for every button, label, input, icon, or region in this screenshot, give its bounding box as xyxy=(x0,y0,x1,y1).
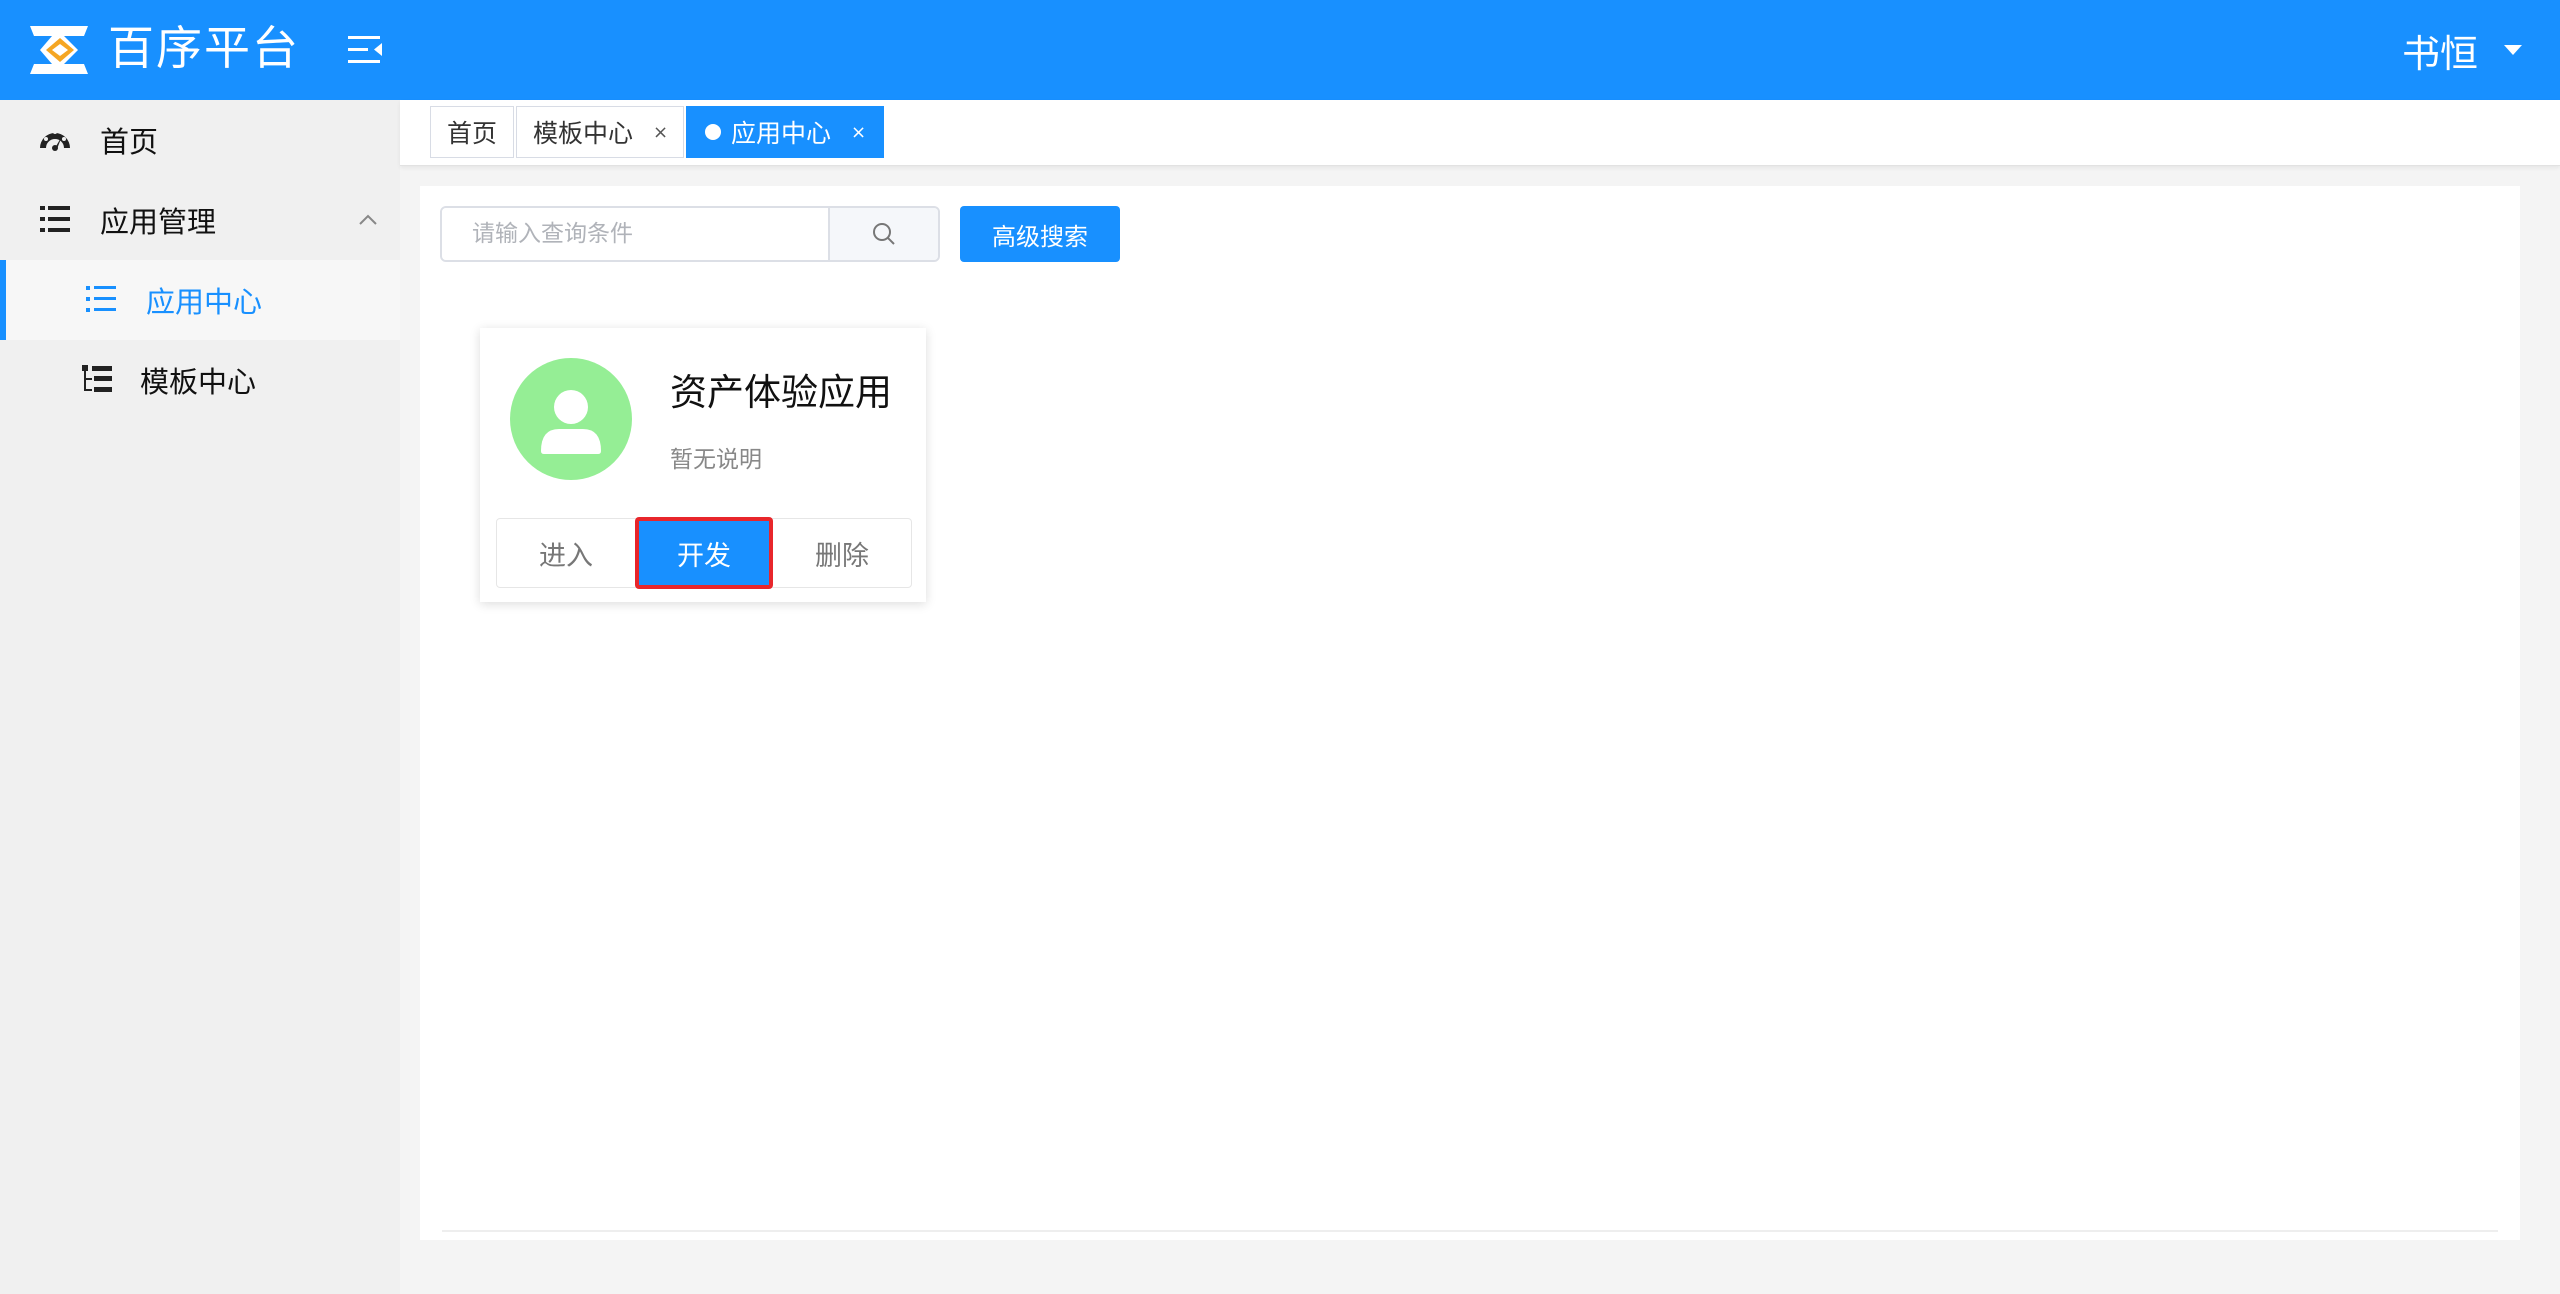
search-box xyxy=(440,206,940,262)
advanced-search-button[interactable]: 高级搜索 xyxy=(960,206,1120,262)
tree-table-icon xyxy=(82,365,112,392)
list-icon xyxy=(40,206,70,232)
baixu-logo-icon xyxy=(30,26,88,74)
sidebar-item-app-center[interactable]: 应用中心 xyxy=(0,260,400,340)
tab-label: 首页 xyxy=(446,119,497,148)
search-icon xyxy=(873,223,895,245)
divider xyxy=(442,1230,2498,1232)
user-menu[interactable]: 书恒 xyxy=(2402,24,2522,76)
list-icon xyxy=(86,286,116,312)
app-title: 百序平台 xyxy=(108,21,300,75)
user-avatar-icon xyxy=(541,390,601,454)
app-name: 资产体验应用 xyxy=(670,371,892,414)
chevron-up-icon xyxy=(359,214,377,225)
sidebar-item-label: 首页 xyxy=(100,125,159,159)
app-card: 资产体验应用 暂无说明 进入 开发 删除 xyxy=(480,328,926,602)
sidebar-item-app-management[interactable]: 应用管理 xyxy=(0,180,400,260)
sidebar-item-label: 应用管理 xyxy=(100,205,217,239)
tab-app-center[interactable]: 应用中心 × xyxy=(686,106,884,158)
tab-label: 应用中心 xyxy=(731,119,832,148)
active-dot-icon xyxy=(705,124,721,140)
tabs-bar: 首页 模板中心 × 应用中心 × xyxy=(400,100,2560,166)
sidebar-item-home[interactable]: 首页 xyxy=(0,100,400,180)
delete-button[interactable]: 删除 xyxy=(773,519,911,587)
tab-template-center[interactable]: 模板中心 × xyxy=(516,106,684,158)
main-panel: 高级搜索 资产体验应用 暂无说明 进入 开发 删除 xyxy=(420,186,2520,1240)
sidebar-item-label: 模板中心 xyxy=(140,365,257,399)
dashboard-icon xyxy=(40,130,70,151)
search-input[interactable] xyxy=(442,208,828,260)
menu-fold-icon[interactable] xyxy=(346,32,386,68)
develop-button[interactable]: 开发 xyxy=(635,517,773,589)
tab-home[interactable]: 首页 xyxy=(430,106,514,158)
caret-down-icon xyxy=(2504,45,2522,55)
close-icon[interactable]: × xyxy=(851,122,866,143)
tab-label: 模板中心 xyxy=(533,119,634,148)
enter-button[interactable]: 进入 xyxy=(497,519,635,587)
app-card-actions: 进入 开发 删除 xyxy=(496,517,912,589)
sidebar-item-label: 应用中心 xyxy=(146,285,263,319)
close-icon[interactable]: × xyxy=(653,122,668,143)
top-header: 百序平台 书恒 xyxy=(0,0,2560,100)
app-avatar xyxy=(510,358,632,480)
app-description: 暂无说明 xyxy=(670,447,762,473)
sidebar: 首页 应用管理 应用中心 模板中心 xyxy=(0,100,400,1294)
sidebar-item-template-center[interactable]: 模板中心 xyxy=(0,340,400,420)
search-button[interactable] xyxy=(828,208,938,260)
user-name: 书恒 xyxy=(2401,31,2478,76)
